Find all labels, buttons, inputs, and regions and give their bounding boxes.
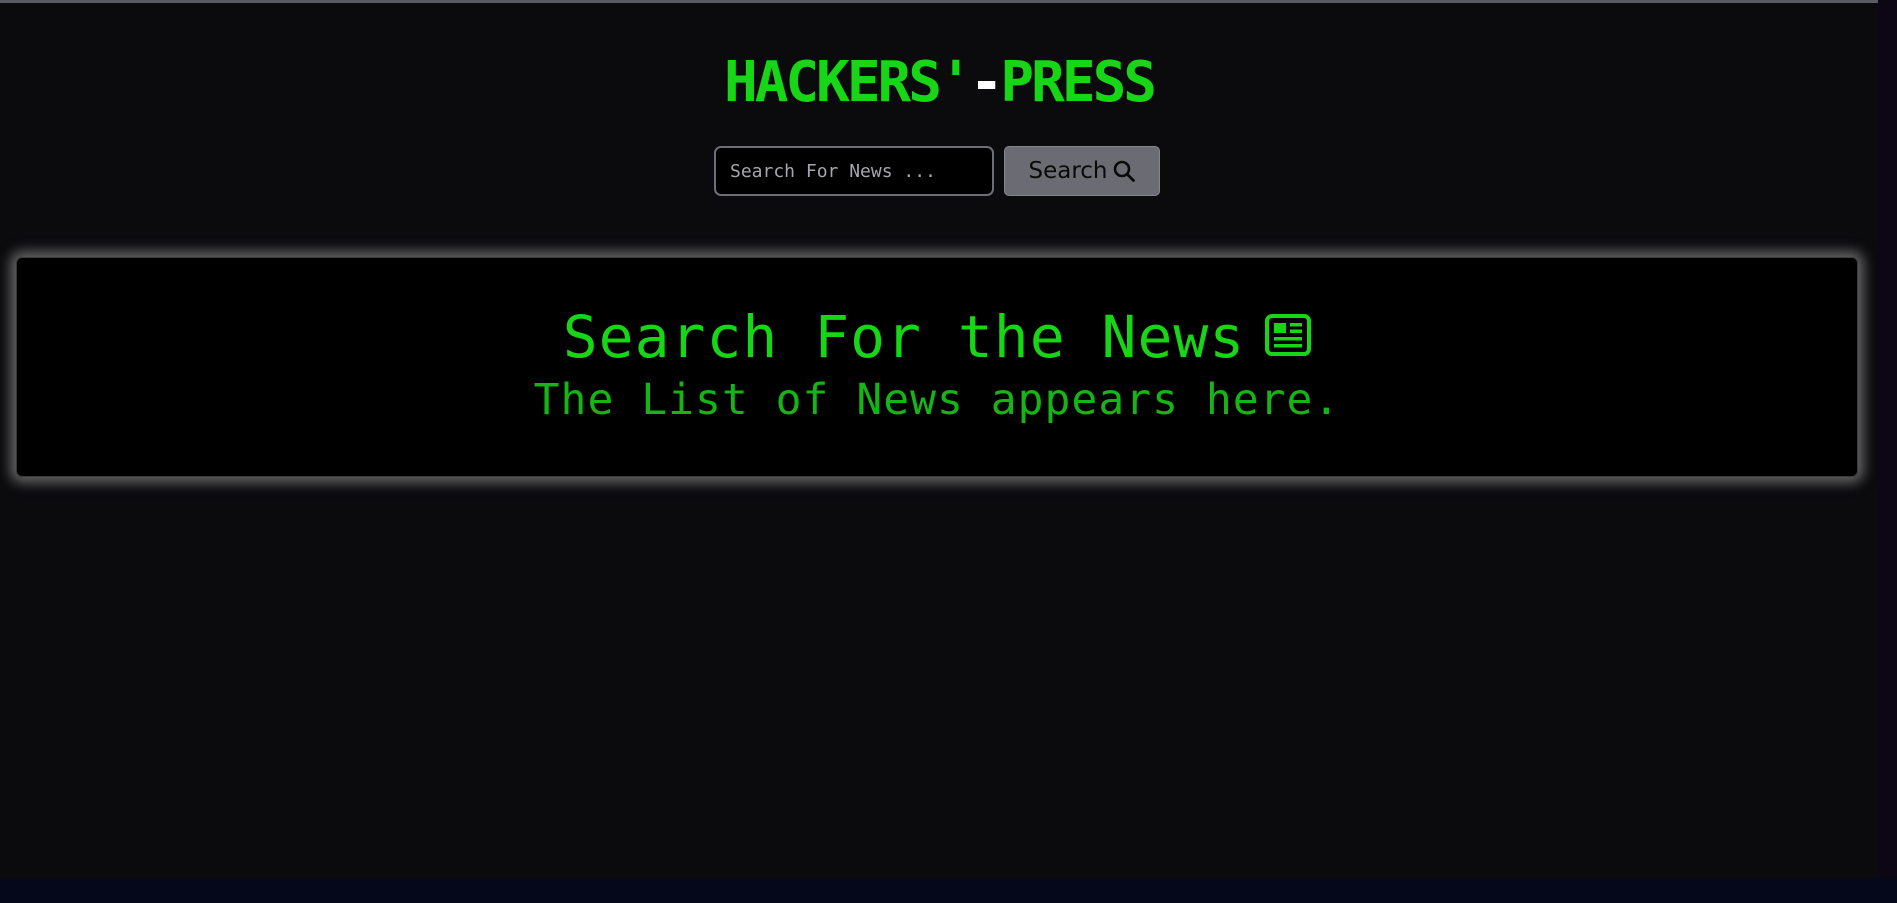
news-panel-heading: Search For the News <box>17 302 1857 372</box>
news-panel-subtitle: The List of News appears here. <box>533 375 1341 425</box>
search-input[interactable] <box>714 146 994 196</box>
site-title-separator: - <box>969 50 1004 115</box>
news-panel-title: Search For the News <box>562 303 1246 371</box>
site-title-right: PRESS <box>1000 50 1157 115</box>
search-icon <box>1112 159 1136 183</box>
site-title: HACKERS'-PRESS <box>0 47 1878 119</box>
window-edge <box>1878 0 1897 878</box>
newspaper-icon <box>1265 314 1312 360</box>
search-button-label: Search <box>1028 158 1108 184</box>
news-panel: Search For the News The List of News app… <box>16 257 1858 477</box>
page: HACKERS'-PRESS Search Search For the New… <box>0 0 1878 878</box>
site-title-left: HACKERS' <box>723 50 973 115</box>
search-button[interactable]: Search <box>1004 146 1160 196</box>
